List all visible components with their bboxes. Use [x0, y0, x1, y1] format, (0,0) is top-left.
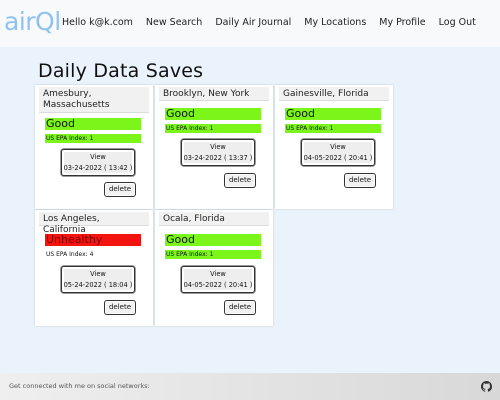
data-save-card: Brooklyn, New York Good US EPA Index: 1 …	[155, 85, 273, 209]
view-button-label: View	[90, 153, 106, 161]
nav-log-out[interactable]: Log Out	[439, 17, 476, 28]
nav-menu: Hello k@k.com New Search Daily Air Journ…	[62, 17, 489, 28]
data-save-card: Los Angeles, California Unhealthy US EPA…	[35, 210, 153, 326]
delete-button[interactable]: delete	[224, 300, 256, 315]
epa-index: US EPA Index: 4	[46, 251, 94, 258]
delete-button[interactable]: delete	[104, 182, 136, 197]
view-button[interactable]: View 04-05-2022 ( 20:41 )	[181, 266, 255, 293]
footer: Get connected with me on social networks…	[0, 373, 500, 400]
card-location: Los Angeles, California	[39, 212, 149, 235]
data-save-card: Gainesville, Florida Good US EPA Index: …	[275, 85, 393, 209]
nav-my-locations[interactable]: My Locations	[304, 17, 366, 28]
view-button-label: View	[330, 143, 346, 151]
view-button-date: 03-24-2022 ( 13:37 )	[183, 154, 253, 162]
nav-daily-air-journal[interactable]: Daily Air Journal	[215, 17, 291, 28]
data-save-card: Amesbury, Massachusetts Good US EPA Inde…	[35, 85, 153, 209]
view-button-date: 04-05-2022 ( 20:41 )	[183, 281, 253, 289]
delete-button[interactable]: delete	[344, 173, 376, 188]
app-logo[interactable]: airQl	[4, 7, 61, 36]
view-button-label: View	[210, 270, 226, 278]
github-icon[interactable]	[481, 381, 492, 392]
air-quality-status: Good	[165, 108, 261, 120]
epa-index: US EPA Index: 1	[165, 250, 261, 259]
view-button-label: View	[90, 270, 106, 278]
epa-index: US EPA Index: 1	[165, 124, 261, 133]
air-quality-status: Good	[45, 118, 141, 130]
data-save-card: Ocala, Florida Good US EPA Index: 1 View…	[155, 210, 273, 326]
air-quality-status: Good	[165, 234, 261, 246]
epa-index: US EPA Index: 1	[285, 124, 381, 133]
card-location: Ocala, Florida	[159, 212, 269, 226]
view-button-date: 05-24-2022 ( 18:04 )	[63, 281, 133, 289]
view-button-date: 03-24-2022 ( 13:42 )	[63, 164, 133, 172]
delete-button[interactable]: delete	[104, 300, 136, 315]
nav-my-profile[interactable]: My Profile	[379, 17, 425, 28]
delete-button[interactable]: delete	[224, 173, 256, 188]
navbar: airQl Hello k@k.com New Search Daily Air…	[0, 0, 500, 47]
view-button[interactable]: View 05-24-2022 ( 18:04 )	[61, 266, 135, 293]
card-location: Brooklyn, New York	[159, 87, 269, 101]
card-location: Amesbury, Massachusetts	[39, 87, 149, 113]
page-title: Daily Data Saves	[38, 60, 204, 82]
view-button-date: 04-05-2022 ( 20:41 )	[303, 154, 373, 162]
footer-social-text: Get connected with me on social networks…	[9, 382, 150, 390]
air-quality-status: Unhealthy	[45, 234, 141, 246]
card-location: Gainesville, Florida	[279, 87, 389, 101]
air-quality-status: Good	[285, 108, 381, 120]
epa-index: US EPA Index: 1	[45, 134, 141, 143]
nav-new-search[interactable]: New Search	[146, 17, 202, 28]
view-button[interactable]: View 03-24-2022 ( 13:37 )	[181, 139, 255, 166]
view-button-label: View	[210, 143, 226, 151]
view-button[interactable]: View 04-05-2022 ( 20:41 )	[301, 139, 375, 166]
view-button[interactable]: View 03-24-2022 ( 13:42 )	[61, 149, 135, 176]
nav-greeting[interactable]: Hello k@k.com	[62, 17, 133, 28]
